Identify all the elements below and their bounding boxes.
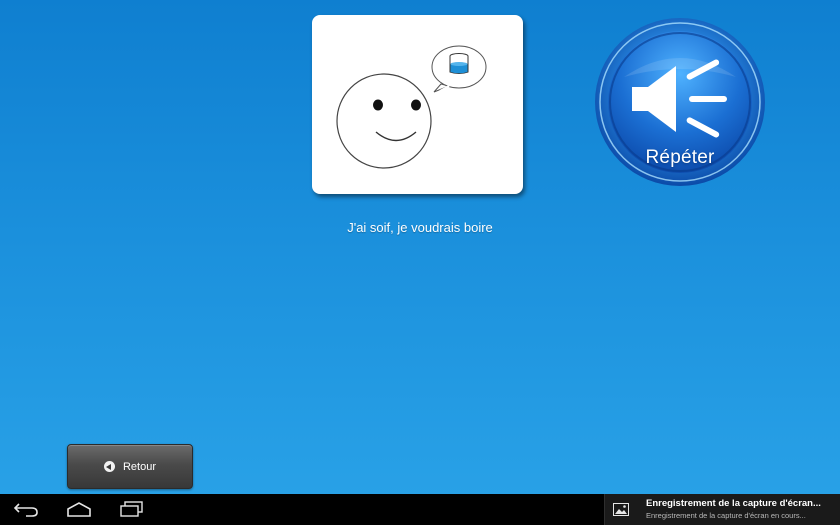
- nav-back-icon[interactable]: [12, 500, 40, 523]
- nav-recent-apps-icon[interactable]: [119, 500, 145, 523]
- phrase-text: J'ai soif, je voudrais boire: [347, 220, 493, 235]
- image-icon: [613, 503, 629, 521]
- repeat-label: Répéter: [645, 147, 715, 168]
- smile: [375, 131, 417, 142]
- screenshot-notification[interactable]: Enregistrement de la capture d'écran... …: [604, 494, 840, 525]
- thirsty-face-pictogram: [336, 45, 487, 169]
- notification-title: Enregistrement de la capture d'écran...: [646, 498, 821, 509]
- face-outline: [336, 73, 432, 169]
- system-navigation-bar: Enregistrement de la capture d'écran... …: [0, 494, 840, 525]
- pictogram-card: [312, 15, 523, 194]
- back-button[interactable]: Retour: [67, 444, 193, 489]
- back-arrow-icon: [103, 461, 115, 472]
- repeat-button[interactable]: Répéter: [594, 17, 766, 187]
- glass-of-water-icon: [449, 53, 469, 74]
- notification-subtitle: Enregistrement de la capture d'écran en …: [646, 511, 806, 520]
- right-eye: [411, 99, 421, 111]
- back-label: Retour: [122, 460, 157, 473]
- left-eye: [373, 99, 383, 111]
- nav-home-icon[interactable]: [66, 500, 92, 523]
